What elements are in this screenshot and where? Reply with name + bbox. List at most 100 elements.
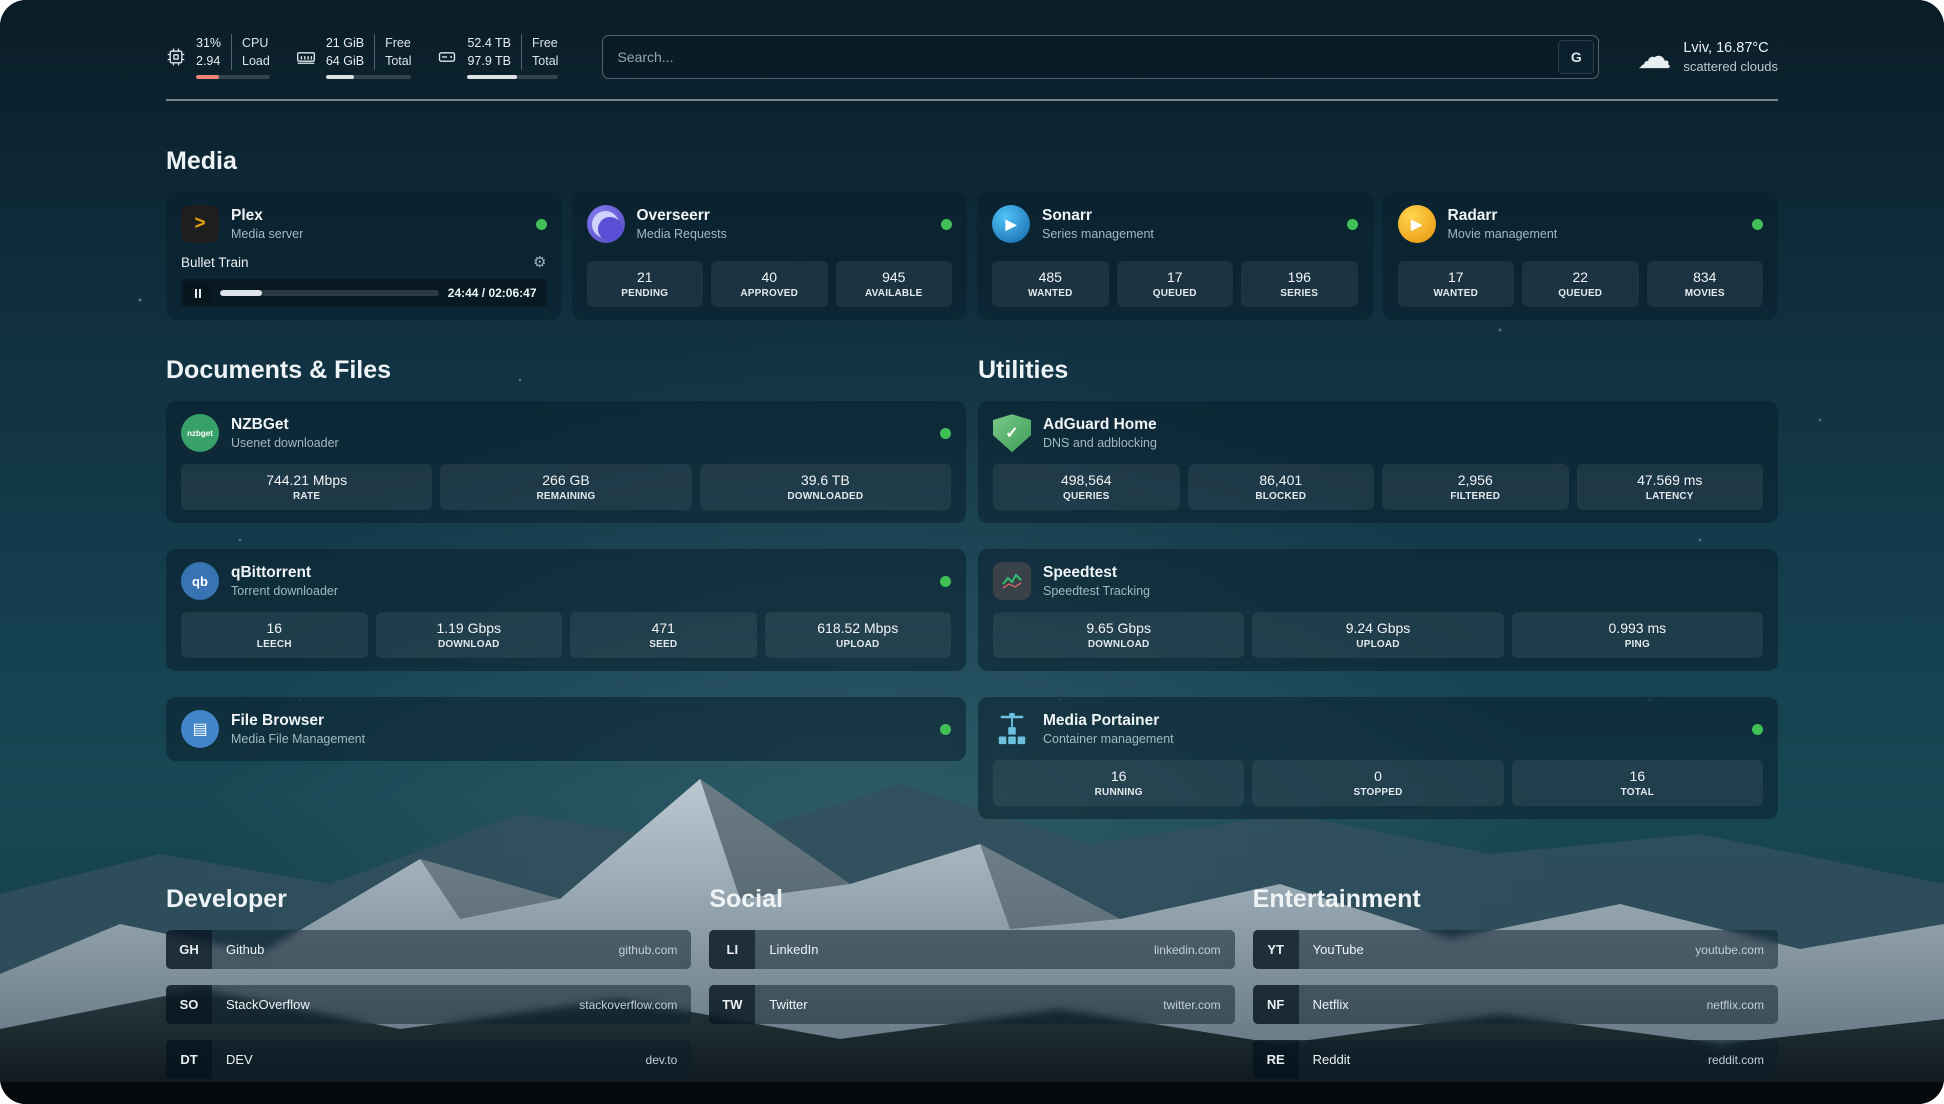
stat-box: 16 TOTAL	[1512, 760, 1763, 806]
bookmark-badge: TW	[709, 985, 755, 1024]
app-subtitle: Media File Management	[231, 732, 365, 746]
cpu-usage-value: 31%	[196, 34, 221, 52]
bookmark-url: reddit.com	[1708, 1053, 1764, 1067]
nzbget-card[interactable]: nzbget NZBGet Usenet downloader 744.21 M…	[166, 401, 966, 523]
app-name: AdGuard Home	[1043, 416, 1157, 434]
plex-chevron: >	[194, 213, 205, 235]
stat-box: 2,956 FILTERED	[1382, 464, 1569, 510]
app-subtitle: Media Requests	[637, 227, 727, 241]
qbittorrent-icon: qb	[181, 562, 219, 600]
status-dot-online	[940, 724, 951, 735]
header-divider	[166, 99, 1778, 101]
bookmark-github[interactable]: GH Github github.com	[166, 930, 691, 969]
bookmark-name: DEV	[226, 1052, 253, 1067]
sonarr-card-header: ▶ Sonarr Series management	[992, 205, 1358, 243]
disk-free-label: Free	[532, 34, 558, 52]
stat-box: 744.21 Mbps RATE	[181, 464, 432, 510]
play-glyph: ▶	[1006, 216, 1017, 233]
memory-icon	[296, 47, 316, 67]
cpu-icon	[166, 47, 186, 67]
stat-box: 618.52 Mbps UPLOAD	[765, 612, 952, 658]
stat-value: 834	[1651, 269, 1760, 285]
adguard-stats: 498,564 QUERIES 86,401 BLOCKED 2,956 FIL…	[993, 464, 1763, 510]
bookmark-twitter[interactable]: TW Twitter twitter.com	[709, 985, 1234, 1024]
stat-label: AVAILABLE	[840, 288, 949, 299]
stat-box: 9.65 Gbps DOWNLOAD	[993, 612, 1244, 658]
bookmark-url: dev.to	[646, 1053, 678, 1067]
qbittorrent-card-header: qb qBittorrent Torrent downloader	[181, 562, 951, 600]
stat-value: 0.993 ms	[1516, 620, 1759, 636]
play-glyph: ▶	[1411, 216, 1422, 233]
memory-total-label: Total	[385, 52, 411, 70]
overseerr-card[interactable]: Overseerr Media Requests 21 PENDING 40 A…	[572, 192, 968, 320]
stat-box: 17 QUEUED	[1117, 261, 1234, 307]
filebrowser-card[interactable]: ▤ File Browser Media File Management	[166, 697, 966, 761]
stat-label: RATE	[185, 491, 428, 502]
app-subtitle: Torrent downloader	[231, 584, 338, 598]
app-name: qBittorrent	[231, 564, 338, 582]
radarr-card-header: ▶ Radarr Movie management	[1398, 205, 1764, 243]
speedtest-stats: 9.65 Gbps DOWNLOAD 9.24 Gbps UPLOAD 0.99…	[993, 612, 1763, 658]
bookmark-badge: YT	[1253, 930, 1299, 969]
stat-label: FILTERED	[1386, 491, 1565, 502]
portainer-card-header: Media Portainer Container management	[993, 710, 1763, 748]
bookmark-badge: NF	[1253, 985, 1299, 1024]
bookmark-reddit[interactable]: RE Reddit reddit.com	[1253, 1040, 1778, 1079]
app-subtitle: Speedtest Tracking	[1043, 584, 1150, 598]
check-glyph: ✓	[1005, 423, 1018, 443]
bookmark-name: Reddit	[1313, 1052, 1351, 1067]
settings-gear-icon[interactable]: ⚙	[533, 253, 546, 271]
stat-value: 40	[715, 269, 824, 285]
stat-box: 471 SEED	[570, 612, 757, 658]
radarr-card[interactable]: ▶ Radarr Movie management 17 WANTED	[1383, 192, 1779, 320]
stat-label: DOWNLOAD	[997, 639, 1240, 650]
stat-value: 0	[1256, 768, 1499, 784]
stat-value: 498,564	[997, 472, 1176, 488]
stat-value: 1.19 Gbps	[380, 620, 559, 636]
bookmark-url: twitter.com	[1163, 998, 1220, 1012]
disk-widget: 52.4 TB 97.9 TB Free Total	[437, 34, 558, 79]
stat-box: 47.569 ms LATENCY	[1577, 464, 1764, 510]
status-dot-online	[1347, 219, 1358, 230]
app-subtitle: Series management	[1042, 227, 1154, 241]
stat-label: LEECH	[185, 639, 364, 650]
speedtest-card[interactable]: Speedtest Speedtest Tracking 9.65 Gbps D…	[978, 549, 1778, 671]
bookmark-stackoverflow[interactable]: SO StackOverflow stackoverflow.com	[166, 985, 691, 1024]
stat-box: 834 MOVIES	[1647, 261, 1764, 307]
plex-now-playing-row: Bullet Train ⚙	[181, 253, 547, 271]
bookmark-dev[interactable]: DT DEV dev.to	[166, 1040, 691, 1079]
bookmark-badge: SO	[166, 985, 212, 1024]
portainer-card[interactable]: Media Portainer Container management 16 …	[978, 697, 1778, 819]
plex-card[interactable]: > Plex Media server Bullet Train ⚙	[166, 192, 562, 320]
social-section-title: Social	[709, 885, 1234, 914]
qbittorrent-card[interactable]: qb qBittorrent Torrent downloader 16 LEE…	[166, 549, 966, 671]
bookmark-netflix[interactable]: NF Netflix netflix.com	[1253, 985, 1778, 1024]
bookmark-youtube[interactable]: YT YouTube youtube.com	[1253, 930, 1778, 969]
app-subtitle: Container management	[1043, 732, 1174, 746]
nzbget-icon: nzbget	[181, 414, 219, 452]
stat-box: 196 SERIES	[1241, 261, 1358, 307]
status-dot-online	[940, 428, 951, 439]
search-engine-button[interactable]: G	[1558, 40, 1594, 74]
playback-progress-track[interactable]	[220, 290, 439, 296]
status-dot-online	[1752, 724, 1763, 735]
pause-button[interactable]	[185, 283, 211, 303]
adguard-card[interactable]: ✓ AdGuard Home DNS and adblocking 498,56…	[978, 401, 1778, 523]
sonarr-card[interactable]: ▶ Sonarr Series management 485 WANTED	[977, 192, 1373, 320]
memory-usage-bar	[326, 75, 412, 79]
portainer-icon	[993, 710, 1031, 748]
cpu-usage-bar	[196, 75, 270, 79]
stat-value: 2,956	[1386, 472, 1565, 488]
cpu-usage-label: CPU	[242, 34, 270, 52]
filebrowser-card-header: ▤ File Browser Media File Management	[181, 710, 951, 748]
stat-box: 498,564 QUERIES	[993, 464, 1180, 510]
stat-label: MOVIES	[1651, 288, 1760, 299]
cloud-icon: ☁	[1637, 40, 1671, 74]
search-input[interactable]	[602, 35, 1599, 79]
bookmark-name: LinkedIn	[769, 942, 818, 957]
portainer-stats: 16 RUNNING 0 STOPPED 16 TOTAL	[993, 760, 1763, 806]
stat-label: APPROVED	[715, 288, 824, 299]
bookmark-linkedin[interactable]: LI LinkedIn linkedin.com	[709, 930, 1234, 969]
cpu-load-label: Load	[242, 52, 270, 70]
entertainment-section: Entertainment YT YouTube youtube.com NF …	[1253, 885, 1778, 1095]
